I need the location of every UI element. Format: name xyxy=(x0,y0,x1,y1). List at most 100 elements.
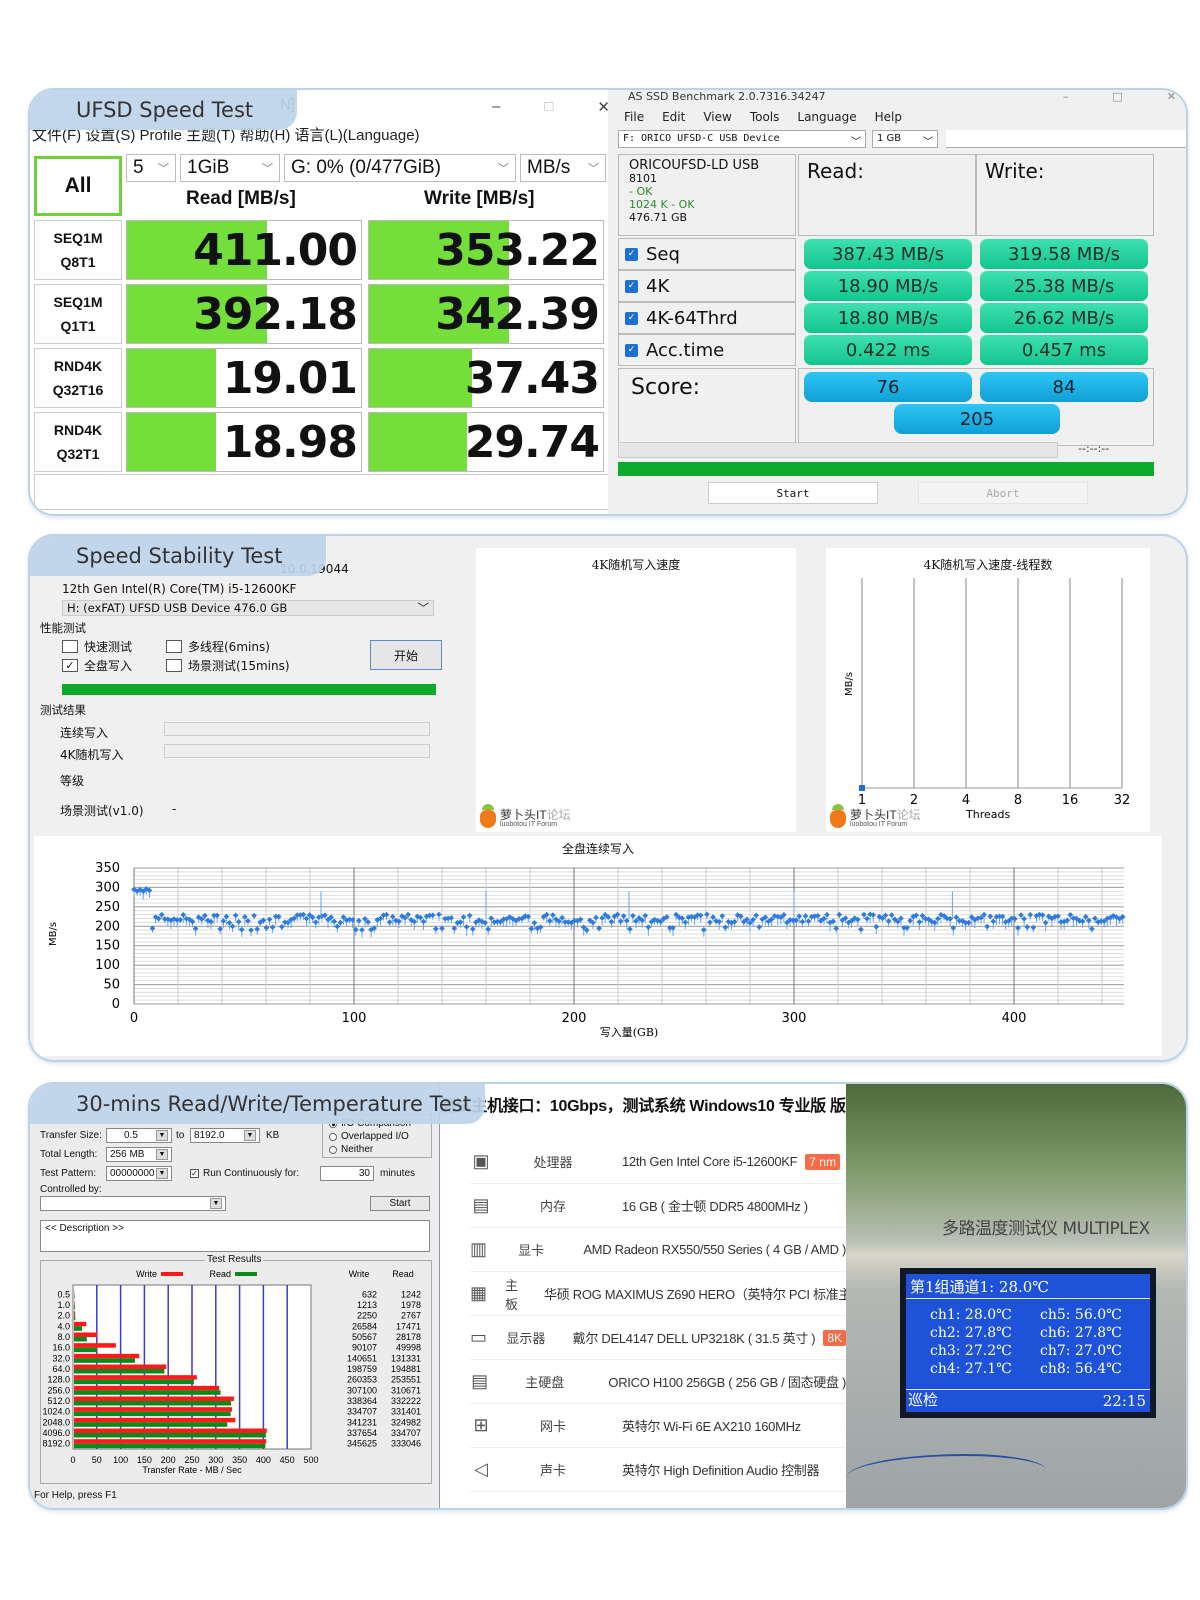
menu-edit[interactable]: Edit xyxy=(662,110,685,124)
transfer-to-select[interactable]: 8192.0 ▼ xyxy=(190,1128,260,1143)
minutes-input[interactable]: 30 xyxy=(320,1166,374,1181)
total-length-select[interactable]: 256 MB ▼ xyxy=(106,1147,172,1162)
start-button[interactable]: Start xyxy=(370,1196,430,1211)
read-value: 49998 xyxy=(396,1343,421,1353)
size-value: 1 GB xyxy=(877,133,902,144)
test-row-checkbox[interactable]: ✓ Acc.time xyxy=(618,334,796,366)
y-tick-label: 300 xyxy=(95,880,120,895)
scene-test-checkbox[interactable]: 场景测试(15mins) xyxy=(166,657,290,674)
y-tick-label: 350 xyxy=(95,861,120,876)
checkbox-icon xyxy=(62,640,78,653)
drive-select[interactable]: G: 0% (0/477GiB) ﹀ xyxy=(284,154,516,182)
full-write-checkbox[interactable]: ✓ 全盘写入 xyxy=(62,657,132,674)
run-continuously-checkbox[interactable]: ✓ Run Continuously for: xyxy=(190,1168,299,1179)
write-result-cell: 37.43 xyxy=(368,348,604,408)
menu-help[interactable]: Help xyxy=(875,110,902,124)
unit-select[interactable]: MB/s ﹀ xyxy=(520,154,606,182)
chevron-down-icon: ﹀ xyxy=(588,163,599,175)
device-firmware: 8101 xyxy=(629,172,657,185)
start-button[interactable]: Start xyxy=(708,482,878,504)
probe-wire xyxy=(846,1454,1046,1494)
menu-tools[interactable]: Tools xyxy=(750,110,780,124)
data-point xyxy=(466,912,473,919)
maximize-button[interactable]: □ xyxy=(544,98,553,116)
write-value: 307100 xyxy=(347,1385,377,1395)
test-row-label: Seq xyxy=(646,243,680,265)
test-row-label[interactable]: RND4K Q32T16 xyxy=(34,348,122,408)
bar-write xyxy=(74,1428,267,1433)
all-button[interactable]: All xyxy=(34,156,122,216)
multithread-checkbox[interactable]: 多线程(6mins) xyxy=(166,638,270,655)
test-size-select[interactable]: 1GiB ﹀ xyxy=(180,154,280,182)
controlled-by-select[interactable]: ▼ xyxy=(40,1196,226,1211)
seq-write-label: 连续写入 xyxy=(60,726,109,740)
radio-overlapped-io[interactable]: Overlapped I/O xyxy=(329,1130,425,1143)
bar-read xyxy=(74,1294,75,1299)
y-tick-label: 1024.0 xyxy=(42,1407,70,1417)
data-point xyxy=(710,914,716,920)
data-point xyxy=(334,923,341,930)
logo-main-text: 萝卜头IT xyxy=(850,808,897,822)
data-point xyxy=(266,916,273,923)
test-row-label[interactable]: SEQ1M Q1T1 xyxy=(34,284,122,344)
test-row-checkbox[interactable]: ✓ 4K xyxy=(618,270,796,302)
rw-temperature-panel: 30-mins Read/Write/Temperature Test Tran… xyxy=(28,1082,1188,1510)
drive-value: F: ORICO UFSD-C USB Device xyxy=(623,133,780,144)
thermometer-photo: 多路温度测试仪 MULTIPLEX 第1组通道1: 28.0℃ ch1: 28.… xyxy=(846,1084,1186,1508)
size-select[interactable]: 1 GB ﹀ xyxy=(872,130,938,148)
data-point xyxy=(627,926,633,932)
data-point xyxy=(488,915,495,922)
read-value: 334707 xyxy=(391,1428,421,1438)
minimize-button[interactable]: – xyxy=(1063,90,1069,103)
minimize-button[interactable]: – xyxy=(492,98,500,116)
channel-reading: ch3: 27.2℃ xyxy=(930,1343,1012,1359)
system-info-row: ◁ 声卡 英特尔 High Definition Audio 控制器 xyxy=(470,1448,846,1492)
read-result-cell: 18.98 xyxy=(126,412,362,472)
runs-select[interactable]: 5 ﹀ xyxy=(126,154,176,182)
info-key: 声卡 xyxy=(539,1463,566,1478)
start-button[interactable]: 开始 xyxy=(370,640,442,670)
data-point xyxy=(873,923,880,930)
test-row-checkbox[interactable]: ✓ Seq xyxy=(618,238,796,270)
transfer-from-select[interactable]: 0.5 ▼ xyxy=(106,1128,172,1143)
test-name: RND4K xyxy=(53,422,103,438)
drive-select[interactable]: F: ORICO UFSD-C USB Device ﹀ xyxy=(618,130,866,148)
bar-read xyxy=(74,1369,165,1374)
device-value: H: (exFAT) UFSD USB Device 476.0 GB xyxy=(67,601,288,615)
description-box[interactable]: << Description >> xyxy=(40,1220,430,1252)
quick-test-checkbox[interactable]: 快速测试 xyxy=(62,638,132,655)
x-tick-label: 4 xyxy=(962,793,970,808)
test-params: Q32T1 xyxy=(56,446,100,462)
radio-neither[interactable]: Neither xyxy=(329,1143,425,1156)
close-button[interactable]: ✕ xyxy=(1167,90,1176,103)
dropdown-arrow-icon: ▼ xyxy=(156,1149,168,1160)
chart-title: 4K随机写入速度 xyxy=(591,558,681,572)
menu-view[interactable]: View xyxy=(703,110,731,124)
write-value: 632 xyxy=(362,1289,377,1299)
bar-write xyxy=(74,1396,234,1401)
test-row-label[interactable]: SEQ1M Q8T1 xyxy=(34,220,122,280)
abort-button[interactable]: Abort xyxy=(918,482,1088,504)
x-tick-label: 300 xyxy=(782,1011,807,1026)
bar-write xyxy=(74,1375,197,1380)
data-point xyxy=(238,926,245,933)
test-row-checkbox[interactable]: ✓ 4K-64Thrd xyxy=(618,302,796,334)
data-point xyxy=(861,911,867,918)
channel-grid: ch1: 28.0℃ ch5: 56.0℃ ch2: 27.8℃ ch6: 27… xyxy=(930,1306,1150,1378)
y-tick-label: 0 xyxy=(112,997,120,1012)
bar-read xyxy=(74,1379,194,1385)
maximize-button[interactable]: □ xyxy=(1112,90,1122,103)
read-value: 19.01 xyxy=(222,352,358,404)
test-row-label[interactable]: RND4K Q32T1 xyxy=(34,412,122,472)
y-tick-label: 128.0 xyxy=(47,1375,70,1385)
menu-language[interactable]: Language xyxy=(797,110,856,124)
device-select[interactable]: H: (exFAT) UFSD USB Device 476.0 GB ﹀ xyxy=(62,600,434,616)
bar-read xyxy=(74,1390,221,1395)
section-tag: UFSD Speed Test xyxy=(30,90,298,130)
bar-read xyxy=(74,1347,98,1353)
read-header: Read: xyxy=(798,154,976,236)
disk-icon: ▤ xyxy=(471,1371,489,1391)
test-pattern-select[interactable]: 00000000 ▼ xyxy=(106,1166,172,1181)
menu-file[interactable]: File xyxy=(624,110,644,124)
write-value: 90107 xyxy=(352,1343,377,1353)
